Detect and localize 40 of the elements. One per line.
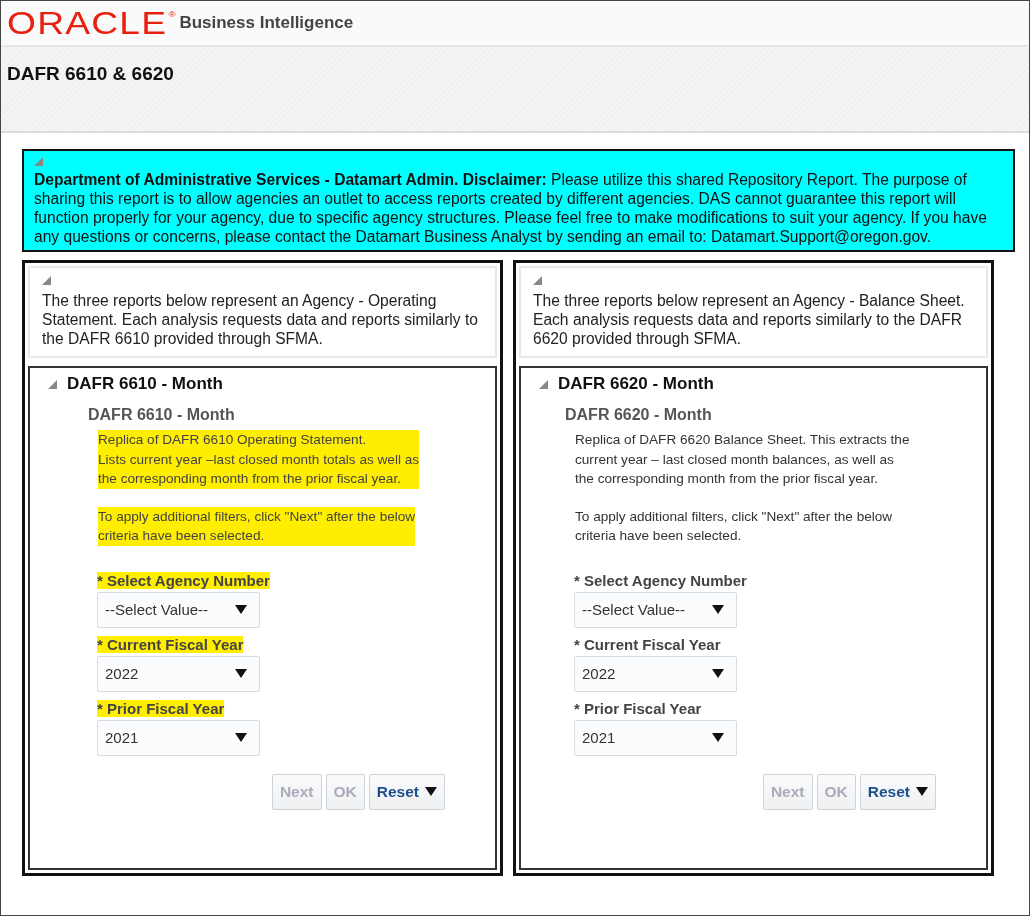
prompt-dropdown[interactable]: --Select Value-- bbox=[574, 591, 737, 628]
prompt-dropdown[interactable]: 2022 bbox=[97, 655, 260, 692]
report-description: Replica of DAFR 6620 Balance Sheet. This extracts the current year – last closed month balances, as well as the corresponding month from the prior fiscal year. bbox=[575, 431, 910, 488]
caret-icon bbox=[712, 733, 724, 742]
section-title: DAFR 6620 - Month bbox=[558, 374, 714, 394]
prompt-label: * Select Agency Number bbox=[97, 571, 270, 589]
prompt-label: * Prior Fiscal Year bbox=[574, 699, 703, 717]
action-button[interactable]: Reset bbox=[859, 773, 936, 810]
caret-icon bbox=[712, 669, 724, 678]
report-title: DAFR 6620 - Month bbox=[565, 406, 713, 424]
prompt-label: * Prior Fiscal Year bbox=[97, 699, 225, 717]
caret-icon bbox=[235, 605, 247, 614]
caret-icon bbox=[712, 605, 724, 614]
prompt-label: * Select Agency Number bbox=[574, 571, 748, 589]
section-title: DAFR 6610 - Month bbox=[67, 374, 223, 394]
instructions-text: To apply additional filters, click "Next" after the below criteria have been selected. bbox=[98, 506, 416, 546]
action-button[interactable]: Reset bbox=[368, 773, 445, 810]
collapse-icon[interactable] bbox=[48, 379, 57, 389]
collapse-icon[interactable] bbox=[533, 276, 542, 285]
collapse-icon[interactable] bbox=[34, 157, 43, 166]
caret-icon bbox=[235, 733, 247, 742]
report-description: Replica of DAFR 6610 Operating Statement. Lists current year –last closed month totals as well as the corresponding month from the prior fiscal year. bbox=[98, 430, 420, 489]
prompt-dropdown[interactable]: 2021 bbox=[97, 719, 260, 756]
collapse-icon[interactable] bbox=[539, 379, 548, 389]
prompt-dropdown[interactable]: 2021 bbox=[574, 719, 737, 756]
caret-icon bbox=[425, 787, 437, 796]
intro-text: The three reports below represent an Agency - Operating Statement. Each analysis requests data and reports similarly to the DAFR 6610 provided through SFMA. bbox=[42, 291, 479, 348]
prompt-dropdown[interactable]: 2022 bbox=[574, 655, 737, 692]
product-name: Business Intelligence bbox=[179, 13, 354, 33]
instructions-text: To apply additional filters, click "Next" after the below criteria have been selected. bbox=[575, 507, 893, 545]
collapse-icon[interactable] bbox=[42, 276, 51, 285]
disclaimer-text: Department of Administrative Services - Datamart Admin. Disclaimer: Please utilize this shared Repository Report. The purpose of sharing this report is to allow agencies an outlet to access reports created by different agencies. DAS cannot guarantee this report will function properly for your agency, due to specific agency structures. Please feel free to make modifications to suit your agency. If you have any questions or concerns, please contact the Datamart Business Analyst by sending an email to: Datamart.Support@oregon.gov. bbox=[34, 170, 988, 246]
prompt-label: * Current Fiscal Year bbox=[574, 635, 722, 653]
intro-text: The three reports below represent an Agency - Balance Sheet. Each analysis requests data and reports similarly to the DAFR 6620 provided through SFMA. bbox=[533, 291, 966, 348]
prompt-dropdown[interactable]: --Select Value-- bbox=[97, 591, 260, 628]
caret-icon bbox=[916, 787, 928, 796]
page-title: DAFR 6610 & 6620 bbox=[7, 63, 174, 84]
report-title: DAFR 6610 - Month bbox=[88, 406, 236, 424]
caret-icon bbox=[235, 669, 247, 678]
oracle-logo: ORACLE® bbox=[7, 7, 176, 39]
